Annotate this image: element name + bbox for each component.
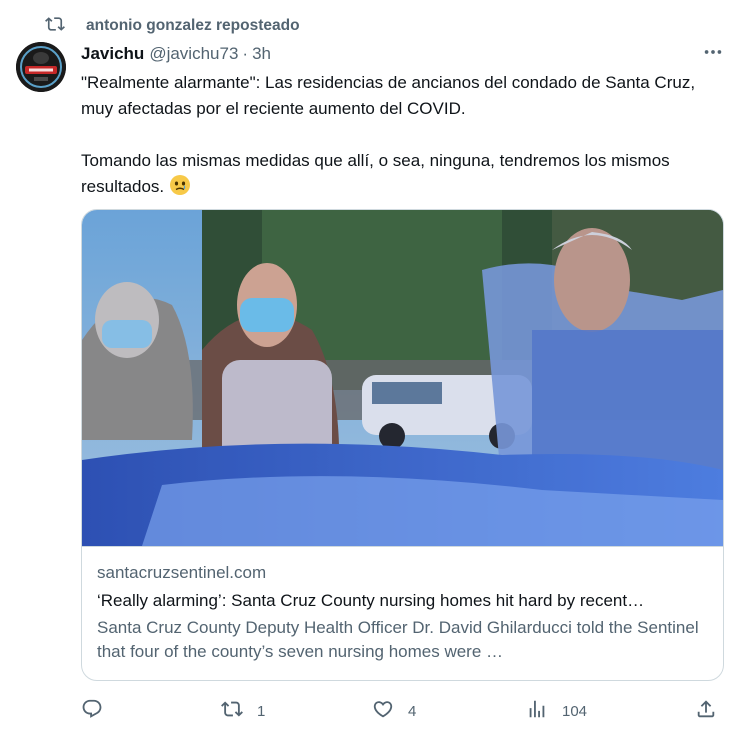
views-count: 104 [562,702,588,720]
repost-indicator: antonio gonzalez reposteado [45,14,300,38]
like-count: 4 [408,702,417,720]
repost-count: 1 [257,702,266,720]
tweet[interactable]: antonio gonzalez reposteado Javichu @jav… [0,0,750,734]
card-body: santacruzsentinel.com ‘Really alarming’:… [97,562,712,664]
views-button[interactable]: 104 [526,698,587,724]
views-icon [526,698,548,724]
heart-icon [372,698,394,724]
card-image [82,210,723,547]
reply-icon [81,698,103,724]
tweet-timestamp[interactable]: 3h [252,44,271,64]
repost-icon [221,698,243,724]
avatar[interactable] [16,42,66,92]
more-icon [702,41,724,68]
face-holding-back-tears-emoji [169,174,191,196]
card-title: ‘Really alarming’: Santa Cruz County nur… [97,591,645,610]
repost-button[interactable]: 1 [221,698,265,724]
share-icon [695,698,717,724]
author-name[interactable]: Javichu [81,44,144,64]
card-description: Santa Cruz County Deputy Health Officer … [97,618,699,661]
tweet-header: Javichu @javichu73 · 3h [81,42,271,66]
link-card[interactable]: santacruzsentinel.com ‘Really alarming’:… [81,209,724,681]
share-button[interactable] [695,698,717,724]
separator-dot: · [242,44,249,63]
tweet-paragraph: "Realmente alarmante": Las residencias d… [81,73,696,118]
repost-text[interactable]: antonio gonzalez reposteado [86,17,300,35]
author-handle[interactable]: @javichu73 [149,44,238,64]
tweet-paragraph: Tomando las mismas medidas que allí, o s… [81,148,731,200]
repost-icon [45,14,65,39]
tweet-text: "Realmente alarmante": Las residencias d… [81,70,731,200]
card-domain: santacruzsentinel.com [97,563,267,582]
action-bar: 1 4 104 [81,698,721,724]
reply-button[interactable] [81,698,117,724]
like-button[interactable]: 4 [372,698,416,724]
more-options-button[interactable] [700,42,726,66]
